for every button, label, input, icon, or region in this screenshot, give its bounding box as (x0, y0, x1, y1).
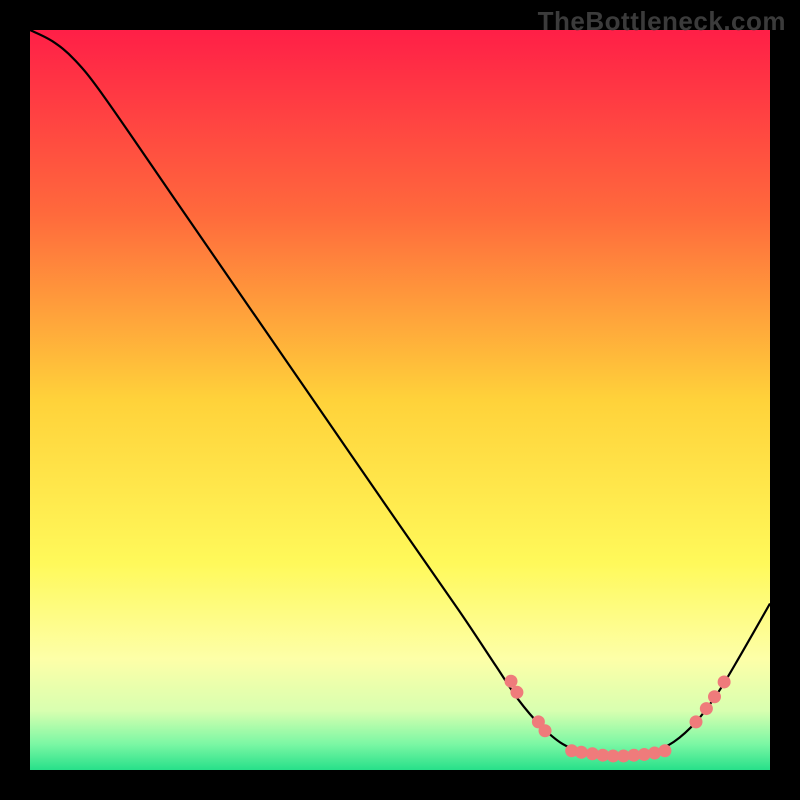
marker-dot (690, 715, 703, 728)
marker-dot (708, 690, 721, 703)
chart-frame: TheBottleneck.com (0, 0, 800, 800)
marker-dot (700, 702, 713, 715)
marker-dot (575, 746, 588, 759)
marker-dot (505, 675, 518, 688)
attribution-label: TheBottleneck.com (538, 6, 786, 37)
marker-dot (539, 724, 552, 737)
marker-dot (658, 744, 671, 757)
marker-dot (510, 686, 523, 699)
bottleneck-chart (0, 0, 800, 800)
marker-dot (718, 675, 731, 688)
plot-background (30, 30, 770, 770)
